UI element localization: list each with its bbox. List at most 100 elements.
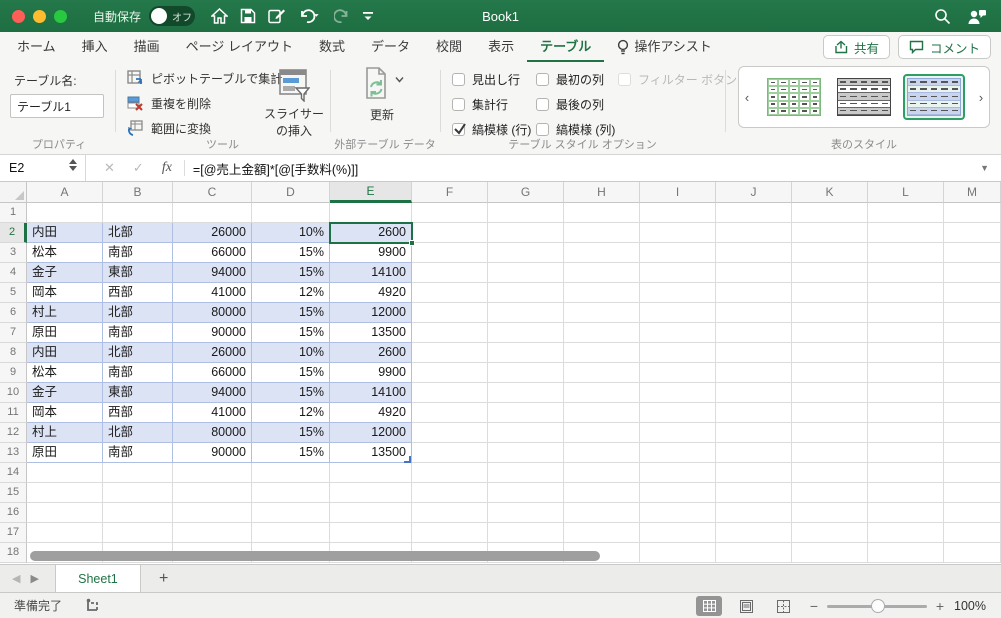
column-header-M[interactable]: M <box>944 182 1001 203</box>
cell-C12[interactable]: 80000 <box>173 423 252 443</box>
cell-I13[interactable] <box>640 443 716 463</box>
minimize-window-button[interactable] <box>33 9 46 23</box>
cell-H3[interactable] <box>564 243 640 263</box>
search-icon[interactable] <box>934 8 951 25</box>
cell-B8[interactable]: 北部 <box>103 343 173 363</box>
cell-H11[interactable] <box>564 403 640 423</box>
refresh-button[interactable]: 更新 <box>352 66 412 123</box>
cell-L16[interactable] <box>868 503 944 523</box>
cell-D13[interactable]: 15% <box>252 443 330 463</box>
cell-H12[interactable] <box>564 423 640 443</box>
cell-I11[interactable] <box>640 403 716 423</box>
cell-L1[interactable] <box>868 203 944 223</box>
cell-F8[interactable] <box>412 343 488 363</box>
undo-icon[interactable] <box>298 8 322 24</box>
share-button[interactable]: 共有 <box>822 35 890 59</box>
cell-M15[interactable] <box>944 483 1001 503</box>
cell-E14[interactable] <box>330 463 412 483</box>
cell-F10[interactable] <box>412 383 488 403</box>
cell-I15[interactable] <box>640 483 716 503</box>
gallery-next-icon[interactable]: › <box>973 90 989 105</box>
cell-G10[interactable] <box>488 383 564 403</box>
cell-K18[interactable] <box>792 543 868 563</box>
cell-G9[interactable] <box>488 363 564 383</box>
cell-K7[interactable] <box>792 323 868 343</box>
cell-H1[interactable] <box>564 203 640 223</box>
cell-C4[interactable]: 94000 <box>173 263 252 283</box>
checkbox-0-0[interactable]: 見出し行 <box>452 71 520 88</box>
cell-D12[interactable]: 15% <box>252 423 330 443</box>
cell-J6[interactable] <box>716 303 792 323</box>
cell-J4[interactable] <box>716 263 792 283</box>
cell-E4[interactable]: 14100 <box>330 263 412 283</box>
tab-3[interactable]: ページ レイアウト <box>173 32 306 62</box>
cell-E17[interactable] <box>330 523 412 543</box>
cell-L10[interactable] <box>868 383 944 403</box>
cell-A16[interactable] <box>27 503 103 523</box>
cell-J2[interactable] <box>716 223 792 243</box>
cell-I8[interactable] <box>640 343 716 363</box>
checkbox-box[interactable] <box>452 123 466 136</box>
cell-A13[interactable]: 原田 <box>27 443 103 463</box>
cell-D6[interactable]: 15% <box>252 303 330 323</box>
redo-icon[interactable] <box>334 8 350 24</box>
cell-D1[interactable] <box>252 203 330 223</box>
cell-E16[interactable] <box>330 503 412 523</box>
cell-B12[interactable]: 北部 <box>103 423 173 443</box>
cell-F15[interactable] <box>412 483 488 503</box>
cell-M5[interactable] <box>944 283 1001 303</box>
cell-H5[interactable] <box>564 283 640 303</box>
cell-M3[interactable] <box>944 243 1001 263</box>
tab-5[interactable]: データ <box>358 32 423 62</box>
cell-H16[interactable] <box>564 503 640 523</box>
cancel-icon[interactable]: ✕ <box>104 160 115 176</box>
cell-B5[interactable]: 西部 <box>103 283 173 303</box>
column-header-J[interactable]: J <box>716 182 792 203</box>
cell-G16[interactable] <box>488 503 564 523</box>
column-header-C[interactable]: C <box>173 182 252 203</box>
cell-J17[interactable] <box>716 523 792 543</box>
column-header-I[interactable]: I <box>640 182 716 203</box>
cell-D16[interactable] <box>252 503 330 523</box>
cell-G7[interactable] <box>488 323 564 343</box>
row-header-3[interactable]: 3 <box>0 243 27 263</box>
insert-function-icon[interactable]: fx <box>162 160 172 176</box>
zoom-slider[interactable] <box>827 598 927 613</box>
cell-F17[interactable] <box>412 523 488 543</box>
cell-B9[interactable]: 南部 <box>103 363 173 383</box>
home-icon[interactable] <box>211 8 229 24</box>
checkbox-box[interactable] <box>452 73 465 86</box>
cell-I7[interactable] <box>640 323 716 343</box>
cell-G6[interactable] <box>488 303 564 323</box>
cell-E11[interactable]: 4920 <box>330 403 412 423</box>
cell-K10[interactable] <box>792 383 868 403</box>
close-window-button[interactable] <box>12 9 25 23</box>
cell-A10[interactable]: 金子 <box>27 383 103 403</box>
cell-C15[interactable] <box>173 483 252 503</box>
remove-duplicates-button[interactable]: 重複を削除 <box>127 95 211 112</box>
cell-L14[interactable] <box>868 463 944 483</box>
cell-J11[interactable] <box>716 403 792 423</box>
cell-L11[interactable] <box>868 403 944 423</box>
macro-record-icon[interactable] <box>84 598 100 613</box>
cell-D5[interactable]: 12% <box>252 283 330 303</box>
cell-D10[interactable]: 15% <box>252 383 330 403</box>
cell-D17[interactable] <box>252 523 330 543</box>
cell-M1[interactable] <box>944 203 1001 223</box>
cell-A7[interactable]: 原田 <box>27 323 103 343</box>
cell-E15[interactable] <box>330 483 412 503</box>
tab-2[interactable]: 描画 <box>121 32 173 62</box>
tab-1[interactable]: 挿入 <box>69 32 121 62</box>
cell-A1[interactable] <box>27 203 103 223</box>
cell-I12[interactable] <box>640 423 716 443</box>
checkbox-box[interactable] <box>536 73 549 86</box>
cell-F1[interactable] <box>412 203 488 223</box>
column-header-G[interactable]: G <box>488 182 564 203</box>
cell-K17[interactable] <box>792 523 868 543</box>
cell-B16[interactable] <box>103 503 173 523</box>
cell-F14[interactable] <box>412 463 488 483</box>
cell-E13[interactable]: 13500 <box>330 443 412 463</box>
cell-B6[interactable]: 北部 <box>103 303 173 323</box>
cell-H6[interactable] <box>564 303 640 323</box>
autosave-toggle[interactable]: オフ <box>149 6 196 26</box>
